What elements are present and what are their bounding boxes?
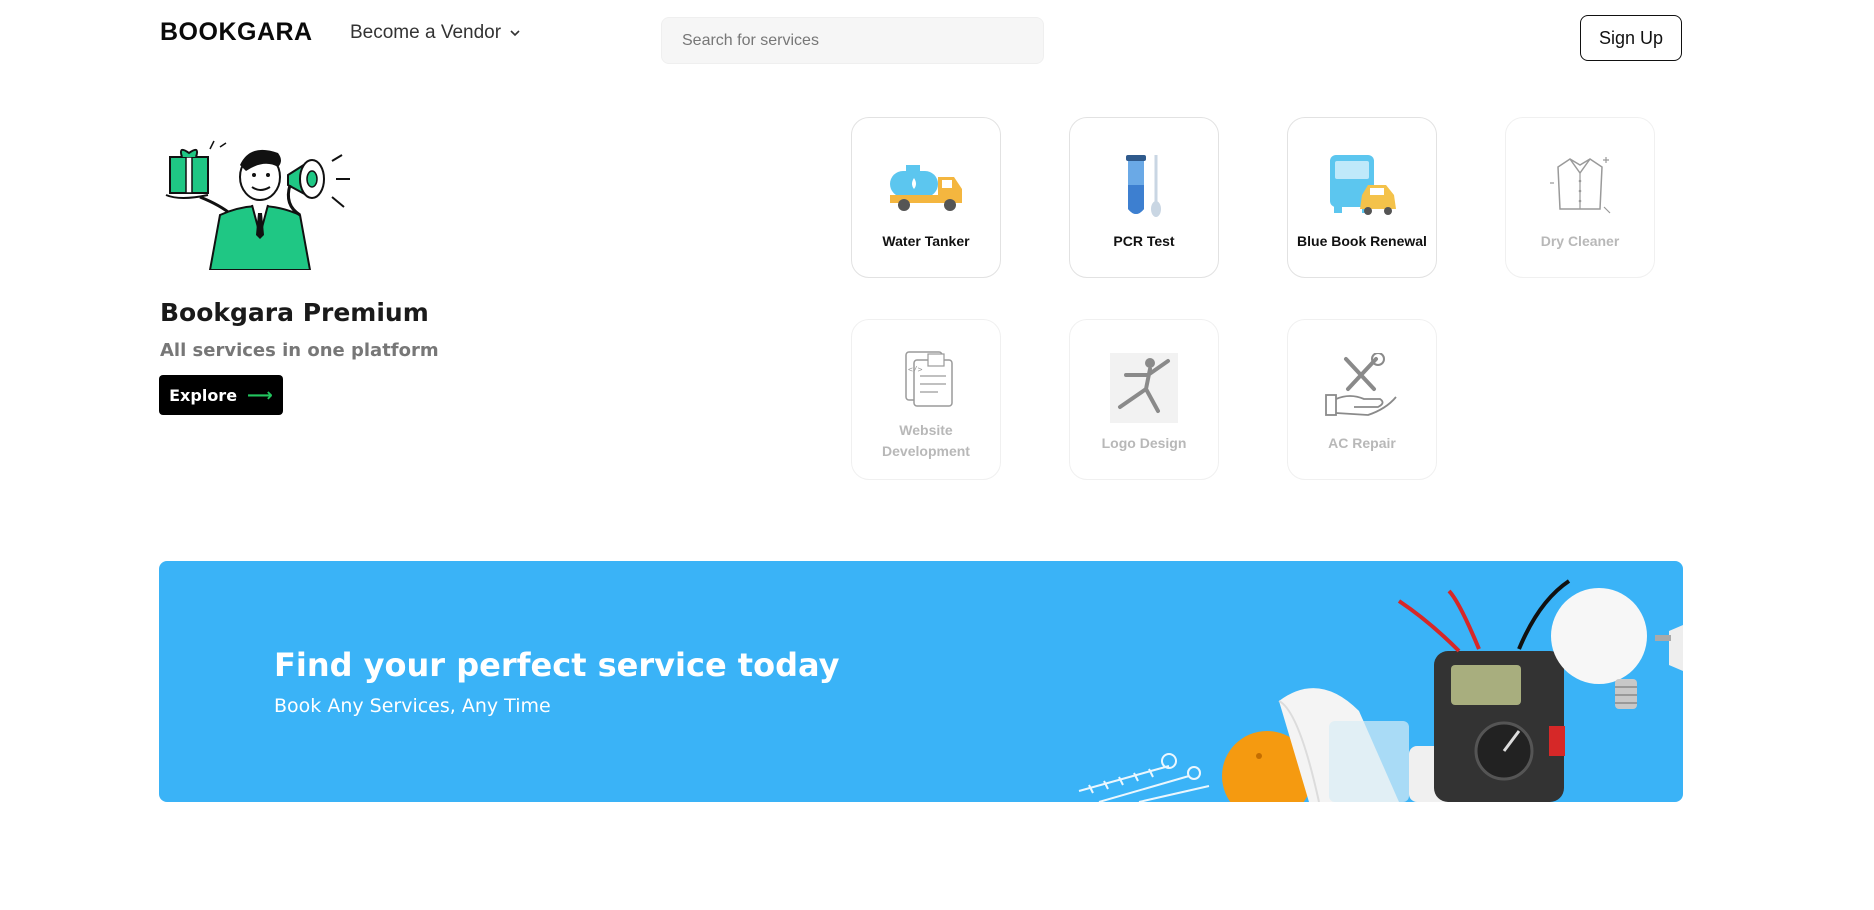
service-tile-pcr-test[interactable]: PCR Test bbox=[1069, 117, 1219, 278]
svg-text:</>: </> bbox=[908, 365, 923, 374]
banner-title: Find your perfect service today bbox=[274, 646, 840, 684]
service-tile-website-development[interactable]: </> Website Development bbox=[851, 319, 1001, 480]
promo-title: Bookgara Premium bbox=[160, 298, 429, 327]
shirt-icon bbox=[1550, 157, 1611, 214]
explore-label: Explore bbox=[169, 385, 238, 405]
service-tile-ac-repair[interactable]: AC Repair bbox=[1287, 319, 1437, 480]
service-label: Dry Cleaner bbox=[1540, 233, 1620, 249]
service-tile-logo-design[interactable]: Logo Design bbox=[1069, 319, 1219, 480]
megaphone-mascot-icon bbox=[165, 140, 350, 270]
vehicles-icon bbox=[1330, 155, 1396, 215]
service-label: AC Repair bbox=[1328, 435, 1396, 451]
explore-button[interactable]: Explore ⟶ bbox=[159, 375, 283, 415]
web-docs-icon: </> bbox=[905, 351, 953, 407]
service-label: Logo Design bbox=[1101, 435, 1187, 451]
service-label: Blue Book Renewal bbox=[1297, 233, 1427, 249]
service-label: PCR Test bbox=[1113, 233, 1175, 249]
become-vendor-label: Become a Vendor bbox=[350, 22, 502, 43]
search-input[interactable] bbox=[661, 17, 1044, 64]
repair-tools-illustration bbox=[1078, 579, 1683, 802]
service-tile-dry-cleaner[interactable]: Dry Cleaner bbox=[1505, 117, 1655, 278]
pcr-test-icon bbox=[1126, 155, 1161, 217]
sign-up-button[interactable]: Sign Up bbox=[1580, 15, 1682, 61]
service-tile-water-tanker[interactable]: Water Tanker bbox=[851, 117, 1001, 278]
chevron-down-icon bbox=[510, 30, 520, 37]
water-tanker-icon bbox=[890, 165, 962, 211]
promo-subtitle: All services in one platform bbox=[160, 340, 439, 361]
arrow-right-icon: ⟶ bbox=[247, 384, 273, 406]
banner-subtitle: Book Any Services, Any Time bbox=[274, 695, 551, 717]
brand-logo[interactable]: BOOKGARA bbox=[160, 18, 313, 47]
become-vendor-dropdown[interactable]: Become a Vendor bbox=[350, 22, 521, 44]
tools-hand-icon bbox=[1325, 353, 1397, 416]
dancer-icon bbox=[1110, 353, 1178, 423]
hero-banner: Find your perfect service today Book Any… bbox=[159, 561, 1683, 802]
service-label: Water Tanker bbox=[882, 233, 970, 249]
service-tile-blue-book-renewal[interactable]: Blue Book Renewal bbox=[1287, 117, 1437, 278]
service-label: Website Development bbox=[882, 422, 970, 459]
